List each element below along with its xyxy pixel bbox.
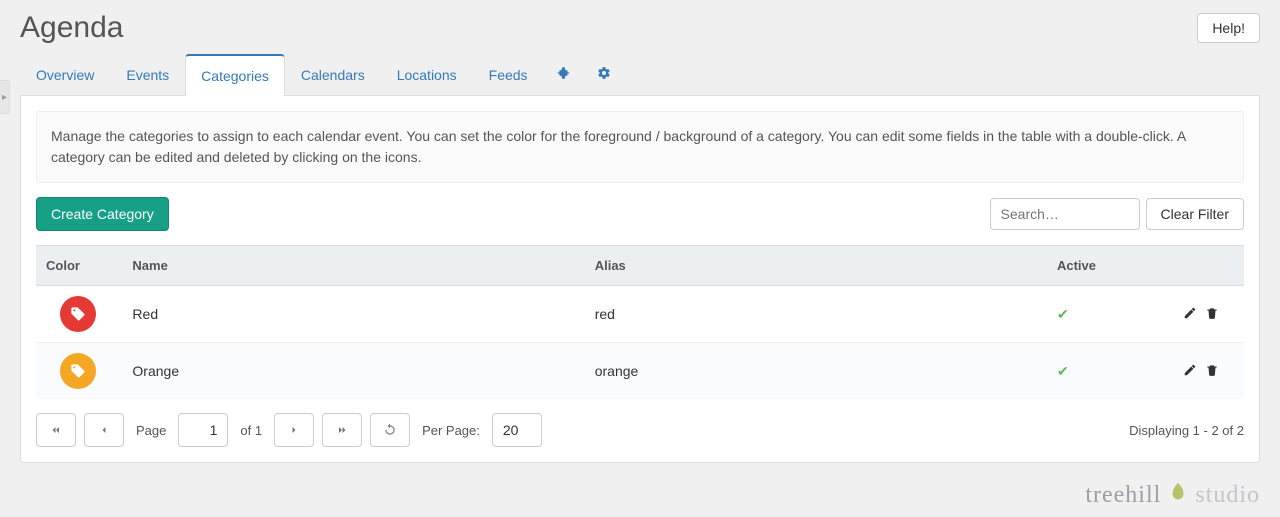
pager-last-button[interactable] xyxy=(322,413,362,447)
tab-plugins[interactable] xyxy=(544,54,584,95)
th-name[interactable]: Name xyxy=(122,246,584,286)
pager-prev-button[interactable] xyxy=(84,413,124,447)
tab-events[interactable]: Events xyxy=(110,54,185,95)
tab-locations[interactable]: Locations xyxy=(381,54,473,95)
tag-icon xyxy=(60,296,96,332)
cell-name[interactable]: Orange xyxy=(122,343,584,400)
pager-refresh-button[interactable] xyxy=(370,413,410,447)
side-expand-handle[interactable]: ▸ xyxy=(0,80,10,114)
table-row: Redred ✔ xyxy=(36,286,1244,343)
tab-categories[interactable]: Categories xyxy=(185,54,285,96)
description-text: Manage the categories to assign to each … xyxy=(36,111,1244,183)
puzzle-icon xyxy=(557,67,571,83)
edit-icon[interactable] xyxy=(1183,363,1197,377)
toolbar: Create Category Clear Filter xyxy=(36,197,1244,231)
create-category-button[interactable]: Create Category xyxy=(36,197,169,231)
brand-right: studio xyxy=(1195,482,1260,509)
pager: Page of 1 Per Page: Displaying 1 - 2 of … xyxy=(36,413,1244,447)
pager-page-input[interactable] xyxy=(178,413,228,447)
check-icon: ✔ xyxy=(1057,363,1069,379)
tab-calendars[interactable]: Calendars xyxy=(285,54,381,95)
categories-table: Color Name Alias Active Redred✔Orangeora… xyxy=(36,245,1244,399)
th-alias[interactable]: Alias xyxy=(585,246,1047,286)
toolbar-right: Clear Filter xyxy=(990,198,1244,230)
cell-active: ✔ xyxy=(1047,343,1158,400)
th-actions xyxy=(1158,246,1244,286)
page: Agenda Help! Overview Events Categories … xyxy=(0,0,1280,473)
cell-alias[interactable]: red xyxy=(585,286,1047,343)
table-row: Orangeorange ✔ xyxy=(36,343,1244,400)
gear-icon xyxy=(597,67,611,83)
check-icon: ✔ xyxy=(1057,306,1069,322)
page-title: Agenda xyxy=(20,10,123,46)
search-input[interactable] xyxy=(990,198,1140,230)
footer-brand: treehill studio xyxy=(1085,481,1260,509)
cell-alias[interactable]: orange xyxy=(585,343,1047,400)
title-row: Agenda Help! xyxy=(20,10,1260,46)
pager-display-text: Displaying 1 - 2 of 2 xyxy=(1129,423,1244,438)
pager-perpage-label: Per Page: xyxy=(418,423,484,438)
pager-of-label: of 1 xyxy=(236,423,266,438)
help-button[interactable]: Help! xyxy=(1197,13,1260,43)
tab-settings[interactable] xyxy=(584,54,624,95)
pager-page-label: Page xyxy=(132,423,170,438)
pager-first-button[interactable] xyxy=(36,413,76,447)
table-header-row: Color Name Alias Active xyxy=(36,246,1244,286)
tag-icon xyxy=(60,353,96,389)
pager-perpage-input[interactable] xyxy=(492,413,542,447)
pager-left: Page of 1 Per Page: xyxy=(36,413,542,447)
edit-icon[interactable] xyxy=(1183,306,1197,320)
th-color[interactable]: Color xyxy=(36,246,122,286)
pager-next-button[interactable] xyxy=(274,413,314,447)
trash-icon[interactable] xyxy=(1205,363,1219,377)
brand-left: treehill xyxy=(1085,482,1161,509)
th-active[interactable]: Active xyxy=(1047,246,1158,286)
tab-feeds[interactable]: Feeds xyxy=(473,54,544,95)
panel: Manage the categories to assign to each … xyxy=(20,96,1260,463)
cell-active: ✔ xyxy=(1047,286,1158,343)
tab-overview[interactable]: Overview xyxy=(20,54,110,95)
trash-icon[interactable] xyxy=(1205,306,1219,320)
nav-tabs: Overview Events Categories Calendars Loc… xyxy=(20,54,1260,96)
clear-filter-button[interactable]: Clear Filter xyxy=(1146,198,1244,230)
leaf-icon xyxy=(1167,481,1189,509)
cell-name[interactable]: Red xyxy=(122,286,584,343)
